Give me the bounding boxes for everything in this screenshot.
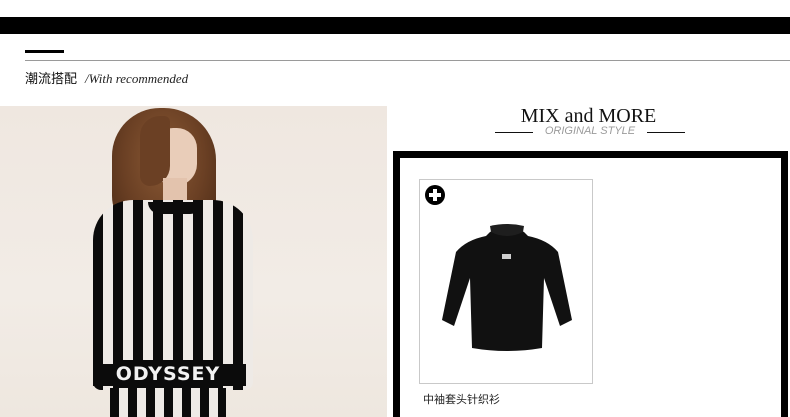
- section-subtitle: /With recommended: [85, 71, 189, 86]
- model-cuff-right: [220, 364, 246, 386]
- section-title: 潮流搭配: [25, 72, 78, 87]
- knit-top-label: [502, 254, 511, 259]
- model-photo: ODYSSEY: [0, 106, 387, 417]
- mix-line-left: [495, 132, 533, 133]
- knit-top-shape: [442, 228, 572, 351]
- model-sweater-text: ODYSSEY: [115, 363, 221, 385]
- mix-subtitle: ORIGINAL STYLE: [544, 125, 636, 137]
- model-collar: [148, 202, 202, 214]
- top-bar: [0, 17, 790, 34]
- model-striped-skirt: [110, 388, 226, 417]
- section-divider: [25, 60, 790, 61]
- model-hair-fringe: [140, 116, 170, 186]
- mix-subtitle-row: ORIGINAL STYLE: [495, 125, 685, 141]
- section-accent-dash: [25, 50, 64, 53]
- product-name[interactable]: 中袖套头针织衫: [423, 391, 500, 407]
- mix-line-right: [647, 132, 685, 133]
- model-cuff-left: [93, 364, 115, 386]
- product-image[interactable]: [436, 222, 578, 354]
- plus-circle-icon[interactable]: [425, 185, 445, 205]
- section-header: 潮流搭配 /With recommended: [25, 68, 188, 88]
